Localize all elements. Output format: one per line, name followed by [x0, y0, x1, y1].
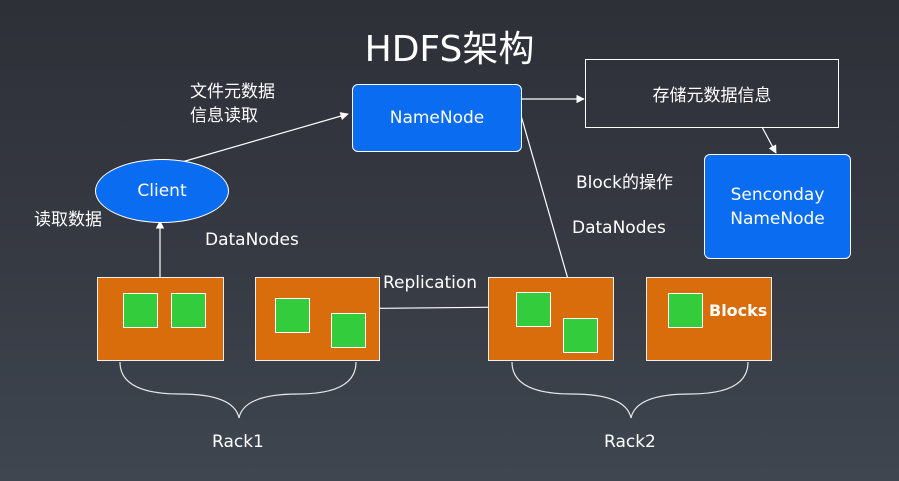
- datanode-rack2-a: [488, 277, 614, 361]
- datanode-rack1-a: [97, 277, 224, 361]
- arrow-store-to-secondary: [761, 126, 777, 154]
- rack1-label: Rack1: [212, 432, 264, 452]
- secondary-namenode-box: Senconday NameNode: [704, 154, 851, 259]
- data-block: [516, 292, 551, 327]
- namenode-box: NameNode: [352, 84, 522, 152]
- rack2-label: Rack2: [604, 432, 656, 452]
- rack1-brace: [119, 361, 357, 419]
- replication-label: Replication: [383, 273, 478, 293]
- datanodes-right-label: DataNodes: [572, 218, 666, 238]
- data-block: [563, 318, 598, 353]
- metadata-storage-box: 存储元数据信息: [585, 59, 839, 128]
- datanode-rack2-b: Blocks: [646, 277, 772, 361]
- data-block: [668, 293, 703, 328]
- datanodes-left-label: DataNodes: [205, 230, 299, 250]
- rack2-brace: [511, 361, 749, 419]
- data-block: [275, 298, 310, 333]
- block-ops-label: Block的操作: [576, 173, 673, 193]
- meta-read-label: 文件元数据 信息读取: [190, 82, 275, 126]
- datanode-rack1-b: [255, 277, 380, 361]
- read-data-label: 读取数据: [34, 210, 102, 230]
- client-node: Client: [95, 159, 229, 223]
- blocks-label: Blocks: [709, 301, 768, 320]
- data-block: [171, 293, 206, 328]
- data-block: [123, 293, 158, 328]
- data-block: [331, 313, 366, 348]
